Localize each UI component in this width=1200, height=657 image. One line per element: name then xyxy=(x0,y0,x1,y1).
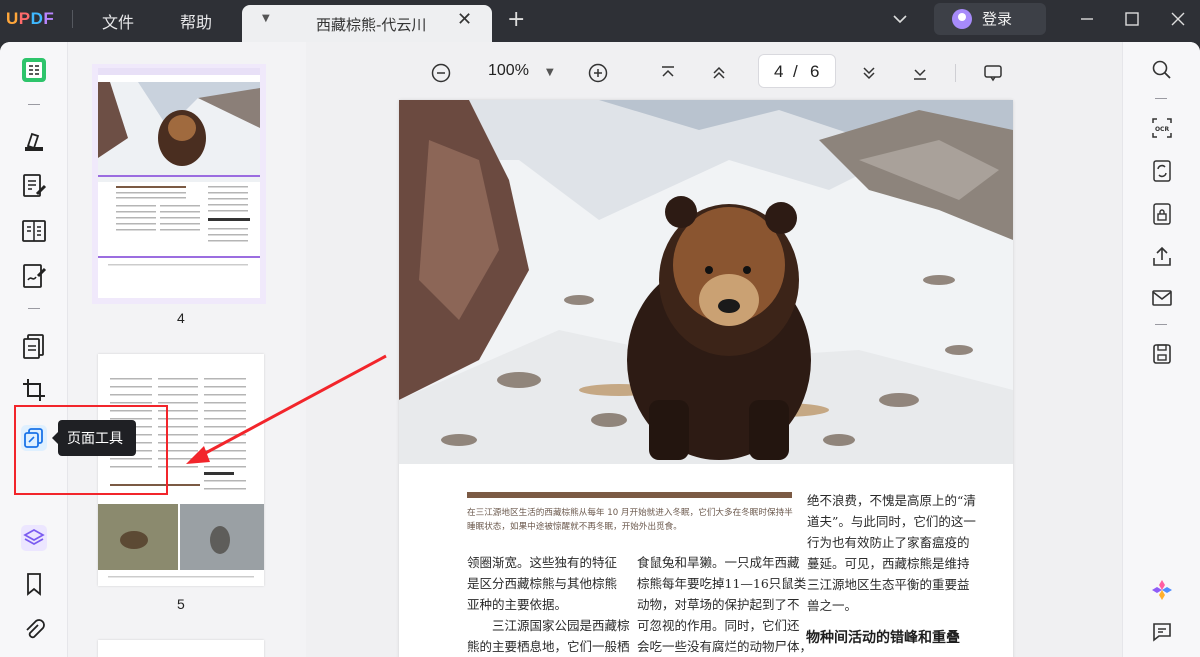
layers-icon[interactable] xyxy=(20,524,48,552)
text-column-2: 食鼠兔和旱獭。一只成年西藏 棕熊每年要吃掉11—16只鼠类 动物，对草场的保护起… xyxy=(637,552,812,657)
edit-pdf-icon[interactable] xyxy=(20,172,48,200)
text-line: 可忽视的作用。同时，它们还 xyxy=(637,618,800,633)
thumbnail-page-4-content xyxy=(98,68,260,298)
text-line: 三江源地区生态平衡的重要益 xyxy=(807,577,970,592)
text-line: 棕熊每年要吃掉11—16只鼠类 xyxy=(637,576,807,591)
text-line: 蔓延。可见，西藏棕熊是维持 xyxy=(807,556,970,571)
save-icon[interactable] xyxy=(1150,342,1174,366)
section-heading: 物种间活动的错峰和重叠 xyxy=(806,630,960,646)
menu-help[interactable]: 帮助 xyxy=(180,9,212,33)
presentation-icon[interactable] xyxy=(982,62,1004,84)
left-toolbar xyxy=(0,42,68,657)
divider xyxy=(28,104,40,105)
minimize-icon[interactable] xyxy=(1076,8,1098,30)
zoom-dropdown-icon[interactable]: ▼ xyxy=(546,67,554,78)
text-line: 行为也有效防止了家畜瘟疫的 xyxy=(807,535,970,550)
main-window: 4 5 100% ▼ 4 / 6 在三江源地区生活的西藏棕熊从每年 10 月开始… xyxy=(0,42,1200,657)
text-column-3: 绝不浪费，不愧是高原上的“清 道夫”。与此同时，它们的这一 行为也有效防止了家畜… xyxy=(807,490,976,616)
chevron-down-icon[interactable] xyxy=(890,9,910,29)
divider xyxy=(1155,98,1167,99)
document-tab[interactable]: ▼ 西藏棕熊-代云川 ✕ xyxy=(242,5,492,42)
divider xyxy=(1155,324,1167,325)
divider xyxy=(955,64,956,82)
current-page: 4 xyxy=(774,62,784,81)
first-page-icon[interactable] xyxy=(657,62,679,84)
title-bar: UPDF 文件 帮助 ▼ 西藏棕熊-代云川 ✕ + 登录 xyxy=(0,0,1200,42)
last-page-icon[interactable] xyxy=(909,62,931,84)
ai-assistant-icon[interactable] xyxy=(1150,578,1174,602)
thumbnail-panel: 4 5 xyxy=(68,42,306,657)
thumbnail-page-6[interactable] xyxy=(98,640,264,657)
text-line: 亚种的主要依据。 xyxy=(467,597,568,612)
text-line: 是区分西藏棕熊与其他棕熊 xyxy=(467,576,618,591)
close-window-icon[interactable] xyxy=(1167,8,1189,30)
sign-icon[interactable] xyxy=(20,262,48,290)
protect-icon[interactable] xyxy=(1150,202,1174,226)
text-line: 会吃一些没有腐烂的动物尸体， xyxy=(637,639,813,654)
new-tab-button[interactable]: + xyxy=(507,7,525,32)
zoom-out-icon[interactable] xyxy=(430,62,452,84)
comment-icon[interactable] xyxy=(1150,620,1174,644)
highlight-box xyxy=(14,405,168,495)
form-icon[interactable] xyxy=(20,217,48,245)
text-line: 食鼠兔和旱獭。一只成年西藏 xyxy=(637,555,800,570)
share-icon[interactable] xyxy=(1150,245,1174,269)
highlighter-icon[interactable] xyxy=(20,126,48,154)
text-line: 动物，对草场的保护起到了不 xyxy=(637,597,800,612)
thumbnail-page-4-selected[interactable] xyxy=(92,64,266,304)
crop-icon[interactable] xyxy=(20,376,48,404)
login-label: 登录 xyxy=(982,10,1013,28)
caption-rule xyxy=(467,492,792,498)
email-icon[interactable] xyxy=(1150,286,1174,310)
attachment-icon[interactable] xyxy=(20,617,48,645)
zoom-level[interactable]: 100% xyxy=(488,62,529,80)
text-column-1: 领圈渐宽。这些独有的特征 是区分西藏棕熊与其他棕熊 亚种的主要依据。 三江源国家… xyxy=(467,552,630,657)
divider xyxy=(72,10,73,28)
zoom-in-icon[interactable] xyxy=(587,62,609,84)
text-line: 绝不浪费，不愧是高原上的“清 xyxy=(807,493,976,508)
pdf-page[interactable]: 在三江源地区生活的西藏棕熊从每年 10 月开始就进入冬眠，它们大多在冬眠时保持半… xyxy=(399,100,1013,657)
right-toolbar: OCR xyxy=(1122,42,1200,657)
photo-caption: 在三江源地区生活的西藏棕熊从每年 10 月开始就进入冬眠，它们大多在冬眠时保持半… xyxy=(467,508,793,532)
search-icon[interactable] xyxy=(1150,58,1174,82)
text-line: 道夫”。与此同时，它们的这一 xyxy=(807,514,976,529)
thumbnail-page-label: 5 xyxy=(177,596,185,612)
tab-dropdown-icon[interactable]: ▼ xyxy=(262,13,270,24)
ocr-icon[interactable]: OCR xyxy=(1150,116,1174,140)
menu-file[interactable]: 文件 xyxy=(102,9,134,33)
updf-logo: UPDF xyxy=(6,9,55,28)
organize-pages-icon[interactable] xyxy=(20,332,48,360)
avatar xyxy=(952,9,972,29)
text-line: 领圈渐宽。这些独有的特征 xyxy=(467,555,618,570)
page-separator: / xyxy=(793,62,798,81)
text-line: 熊的主要栖息地，它们一般栖 xyxy=(467,639,630,654)
total-pages: 6 xyxy=(810,62,820,81)
document-viewer[interactable]: 100% ▼ 4 / 6 在三江源地区生活的西藏棕熊从每年 10 月开始就进入冬… xyxy=(306,42,1122,657)
text-line: 三江源国家公园是西藏棕 xyxy=(467,618,630,633)
convert-icon[interactable] xyxy=(1150,159,1174,183)
bear-photo xyxy=(399,100,1013,464)
close-tab-button[interactable]: ✕ xyxy=(457,9,472,30)
thumbnail-page-label: 4 xyxy=(177,310,185,326)
page-number-input[interactable]: 4 / 6 xyxy=(758,54,836,88)
login-button[interactable]: 登录 xyxy=(934,3,1046,35)
divider xyxy=(28,308,40,309)
maximize-icon[interactable] xyxy=(1121,8,1143,30)
text-line: 兽之一。 xyxy=(807,598,858,613)
svg-text:OCR: OCR xyxy=(1155,126,1170,133)
previous-page-icon[interactable] xyxy=(708,62,730,84)
bookmark-icon[interactable] xyxy=(20,570,48,598)
next-page-icon[interactable] xyxy=(858,62,880,84)
thumbnail-page-4-image xyxy=(98,68,260,266)
reader-icon[interactable] xyxy=(20,56,48,84)
tab-title: 西藏棕熊-代云川 xyxy=(316,16,427,34)
